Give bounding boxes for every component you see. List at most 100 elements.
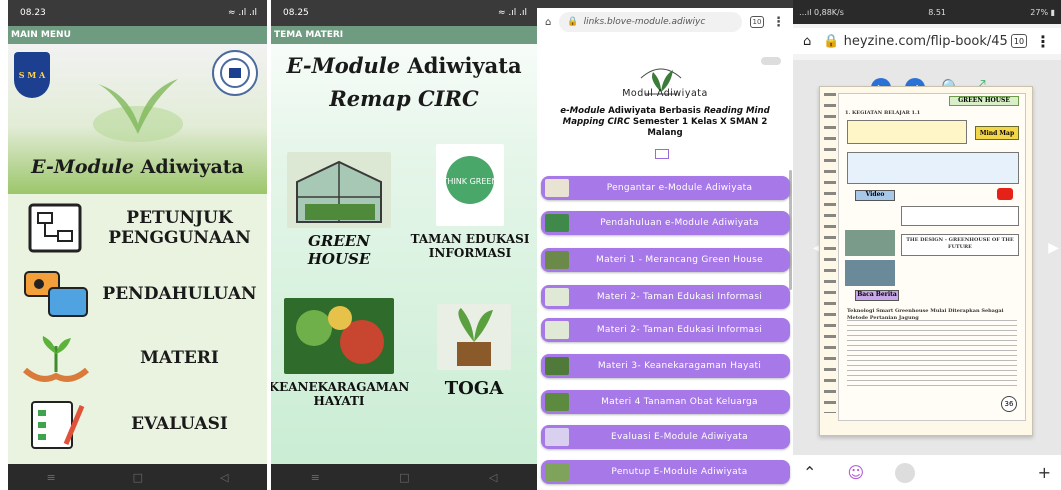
video-label: Video <box>855 190 895 201</box>
status-time: 08.25 <box>283 8 309 18</box>
btn-evaluasi[interactable]: Evaluasi E-Module Adiwiyata <box>541 425 790 449</box>
design-link-box[interactable]: THE DESIGN - GREENHOUSE OF THE FUTURE <box>901 234 1019 256</box>
university-logo-icon <box>212 50 258 96</box>
design-caption: THE DESIGN - GREENHOUSE OF THE FUTURE <box>906 237 1014 250</box>
btn-materi-2b[interactable]: Materi 2- Taman Edukasi Informasi <box>541 318 790 342</box>
status-bar: 08.23 ≈ .ıl .ıl <box>8 0 267 26</box>
status-time: 8.51 <box>928 7 946 17</box>
back-icon[interactable]: ◁ <box>220 471 228 484</box>
browser-bottom-bar: ⌃ ☺ + <box>793 455 1061 490</box>
toga-plant-image <box>437 304 511 370</box>
status-bar: …ıl 0,88K/s 8.51 27% ▮ <box>793 0 1061 24</box>
thumbnail-icon <box>545 288 569 306</box>
btn-pendahuluan[interactable]: Pendahuluan e-Module Adiwiyata <box>541 211 790 235</box>
battery-status: 27% ▮ <box>1030 7 1055 17</box>
plant-hands-icon <box>20 332 92 386</box>
flip-right-icon[interactable]: ▶ <box>1048 240 1059 256</box>
card-taman-edukasi[interactable]: THINK GREEN TAMAN EDUKASI INFORMASI <box>409 144 531 261</box>
app-screen-main-menu: 08.23 ≈ .ıl .ıl MAIN MENU S M A E-Module… <box>8 0 267 490</box>
home-icon[interactable]: □ <box>399 471 409 484</box>
btn-materi-3[interactable]: Materi 3- Keanekaragaman Hayati <box>541 354 790 378</box>
module-subtitle: e-Module Adiwiyata Berbasis Reading Mind… <box>560 106 770 139</box>
home-icon[interactable]: ⌂ <box>545 17 551 28</box>
menu-item-materi[interactable]: MATERI <box>8 326 267 392</box>
btn-pengantar[interactable]: Pengantar e-Module Adiwiyata <box>541 176 790 200</box>
lock-icon: 🔒 <box>567 17 579 27</box>
toggle-pill[interactable] <box>761 57 781 65</box>
video-thumb-1[interactable] <box>845 230 895 256</box>
video-link-box[interactable] <box>901 206 1019 226</box>
header-title: E-Module Adiwiyata <box>31 156 244 178</box>
browser-url-bar: ⌂ 🔒 links.blove-module.adiwiyс 10 ⋮ <box>537 9 793 35</box>
flowchart-icon <box>20 202 92 256</box>
news-label: Baca Berita <box>855 290 899 301</box>
btn-penutup[interactable]: Penutup E-Module Adiwiyata <box>541 460 790 484</box>
new-tab-icon[interactable]: + <box>1038 463 1051 482</box>
think-green-image: THINK GREEN <box>436 144 504 226</box>
thumbnail-icon <box>545 251 569 269</box>
card-label: TOGA <box>444 378 504 399</box>
spiral-binding <box>824 93 836 413</box>
chevron-up-icon[interactable]: ⌃ <box>803 463 816 482</box>
module-title: Modul Adiwiyata <box>622 88 708 99</box>
card-keanekaragaman[interactable]: KEANEKARAGAMAN HAYATI <box>271 298 409 409</box>
header-banner: S M A E-Module Adiwiyata <box>8 44 267 194</box>
menu-item-pendahuluan[interactable]: PENDAHULUAN <box>8 262 267 328</box>
menu-label: MATERI <box>140 348 219 369</box>
news-body <box>847 320 1017 390</box>
menu-label: PETUNJUK PENGGUNAAN <box>108 208 251 248</box>
flipbook-page: GREEN HOUSE 1. KEGIATAN BELAJAR 1.1 Mind… <box>819 86 1033 436</box>
url-field[interactable]: 🔒 heyzine.com/flip-book/45 <box>823 34 1011 49</box>
url-field[interactable]: 🔒 links.blove-module.adiwiyс <box>559 12 742 32</box>
browser-url-bar: ⌂ 🔒 heyzine.com/flip-book/45 10 ⋮ <box>793 28 1061 54</box>
school-logo-icon: S M A <box>14 52 50 98</box>
card-label: GREEN HOUSE <box>307 232 371 268</box>
flipbook-viewer: ← → 🔍 ⤢ ◀ ▶ GREEN HOUSE 1. KEGIATAN BELA… <box>793 60 1061 455</box>
recents-icon[interactable]: ≡ <box>311 471 320 484</box>
btn-materi-1[interactable]: Materi 1 - Merancang Green House <box>541 248 790 272</box>
checklist-icon <box>20 398 92 452</box>
greenhouse-image <box>287 152 391 228</box>
mail-icon[interactable] <box>655 149 669 159</box>
theme-title: E-Module Adiwiyata Remap CIRC <box>286 53 522 111</box>
chat-icon <box>20 268 92 322</box>
btn-materi-2a[interactable]: Materi 2- Taman Edukasi Informasi <box>541 285 790 309</box>
info-box <box>847 152 1019 184</box>
menu-item-petunjuk[interactable]: PETUNJUK PENGGUNAAN <box>8 196 267 262</box>
thumbnail-icon <box>545 321 569 339</box>
recents-icon[interactable]: ≡ <box>46 471 55 484</box>
card-toga[interactable]: TOGA <box>419 304 529 400</box>
plant-graphic-icon <box>93 79 183 142</box>
app-bar-title: TEMA MATERI <box>271 26 537 44</box>
card-green-house[interactable]: GREEN HOUSE <box>279 152 399 268</box>
status-bar <box>537 0 793 8</box>
thumbnail-icon <box>545 463 569 481</box>
back-icon[interactable]: ◁ <box>489 471 497 484</box>
page-content: GREEN HOUSE 1. KEGIATAN BELAJAR 1.1 Mind… <box>838 93 1026 421</box>
thumbnail-icon <box>545 357 569 375</box>
home-icon[interactable]: ⌂ <box>803 34 811 49</box>
youtube-icon[interactable] <box>997 188 1013 200</box>
thumbnail-icon <box>545 179 569 197</box>
app-screen-tema-materi: 08.25 ≈ .ıl .ıl TEMA MATERI E-Module Adi… <box>271 0 537 490</box>
system-nav-bar: ≡ □ ◁ <box>8 464 267 490</box>
menu-label: EVALUASI <box>131 414 228 435</box>
user-icon[interactable]: ☺ <box>848 463 865 482</box>
system-nav-bar: ≡ □ ◁ <box>271 464 537 490</box>
overflow-menu-icon[interactable]: ⋮ <box>1035 32 1051 51</box>
thumbnail-icon <box>545 214 569 232</box>
overflow-menu-icon[interactable]: ⋮ <box>772 15 785 30</box>
status-bar: 08.25 ≈ .ıl .ıl <box>271 0 537 26</box>
home-icon[interactable]: □ <box>133 471 143 484</box>
menu-label: PENDAHULUAN <box>102 284 257 305</box>
browser-screen-module-list: ⌂ 🔒 links.blove-module.adiwiyс 10 ⋮ Modul… <box>537 0 793 490</box>
btn-materi-4[interactable]: Materi 4 Tanaman Obat Keluarga <box>541 390 790 414</box>
browser-screen-flipbook: …ıl 0,88K/s 8.51 27% ▮ ⌂ 🔒 heyzine.com/f… <box>793 0 1061 490</box>
extension-icon[interactable] <box>895 462 916 483</box>
card-label: KEANEKARAGAMAN HAYATI <box>271 380 410 409</box>
tab-count-button[interactable]: 10 <box>750 16 764 28</box>
signal-icons: ≈ .ıl .ıl <box>228 8 257 18</box>
video-thumb-2[interactable] <box>845 260 895 286</box>
tab-count-button[interactable]: 10 <box>1011 34 1027 48</box>
menu-item-evaluasi[interactable]: EVALUASI <box>8 392 267 458</box>
